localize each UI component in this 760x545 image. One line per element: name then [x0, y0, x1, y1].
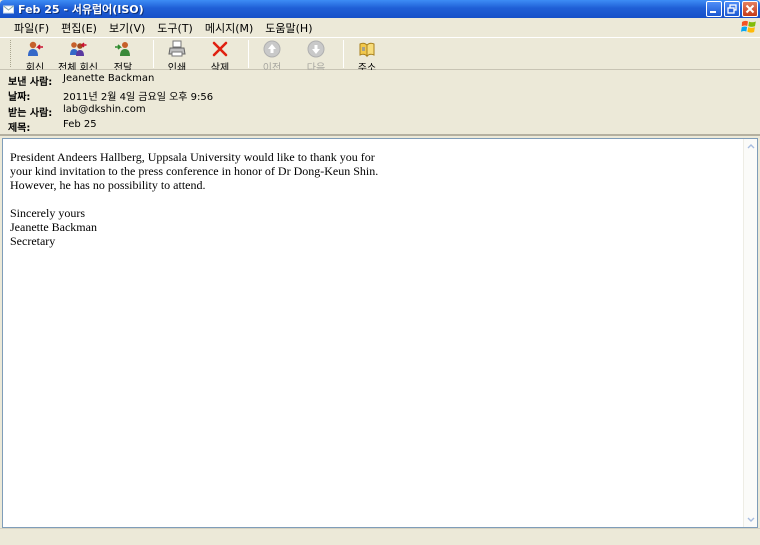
arrow-up-icon	[263, 40, 281, 58]
minimize-icon	[710, 11, 716, 13]
date-row: 날짜: 2011년 2월 4일 금요일 오후 9:56	[8, 88, 213, 103]
close-icon	[745, 4, 755, 14]
menu-view[interactable]: 보기(V)	[103, 20, 151, 36]
scroll-up-button[interactable]	[745, 140, 757, 152]
to-row: 받는 사람: lab@dkshin.com	[8, 104, 146, 119]
minimize-button[interactable]	[706, 1, 722, 17]
from-value[interactable]: Jeanette Backman	[63, 73, 154, 88]
arrow-down-icon	[307, 40, 325, 58]
from-label: 보낸 사람:	[8, 77, 53, 88]
restore-button[interactable]	[724, 1, 740, 17]
menu-edit[interactable]: 편집(E)	[55, 20, 103, 36]
vertical-scrollbar[interactable]	[743, 139, 757, 527]
from-row: 보낸 사람: Jeanette Backman	[8, 73, 154, 88]
next-button[interactable]: 다음	[295, 38, 337, 74]
message-header: 보낸 사람: Jeanette Backman 날짜: 2011년 2월 4일 …	[0, 70, 760, 136]
message-body-pane[interactable]: President Andeers Hallberg, Uppsala Univ…	[2, 138, 758, 528]
reply-all-button[interactable]: 전체 회신	[53, 38, 103, 74]
reply-icon	[28, 41, 43, 56]
subject-value: Feb 25	[63, 119, 97, 130]
delete-icon	[212, 41, 228, 57]
subject-label: 제목:	[8, 123, 31, 134]
delete-button[interactable]: 삭제	[200, 38, 240, 74]
subject-row: 제목: Feb 25	[8, 119, 97, 134]
address-book-icon	[359, 42, 375, 58]
reply-button[interactable]: 회신	[17, 38, 53, 74]
envelope-icon	[3, 5, 14, 13]
menu-message[interactable]: 메시지(M)	[199, 20, 259, 36]
reply-all-icon	[70, 42, 87, 56]
menu-bar: 파일(F) 편집(E) 보기(V) 도구(T) 메시지(M) 도움말(H)	[0, 18, 760, 37]
print-button[interactable]: 인쇄	[154, 38, 200, 74]
to-label: 받는 사람:	[8, 108, 53, 119]
menu-file[interactable]: 파일(F)	[8, 20, 55, 36]
chevron-down-icon	[747, 517, 755, 522]
previous-button[interactable]: 이전	[249, 38, 295, 74]
status-bar	[0, 528, 760, 545]
menu-tools[interactable]: 도구(T)	[151, 20, 199, 36]
date-value: 2011년 2월 4일 금요일 오후 9:56	[63, 92, 214, 103]
message-text: President Andeers Hallberg, Uppsala Univ…	[10, 150, 730, 248]
restore-icon	[727, 4, 737, 14]
message-paragraph: President Andeers Hallberg, Uppsala Univ…	[10, 150, 379, 192]
message-signature: Sincerely yours Jeanette Backman Secreta…	[10, 206, 97, 248]
to-value[interactable]: lab@dkshin.com	[63, 104, 146, 119]
chevron-up-icon	[747, 144, 755, 149]
windows-logo-icon	[741, 20, 756, 33]
forward-button[interactable]: 전달	[103, 38, 143, 74]
addresses-button[interactable]: 주소	[344, 38, 390, 74]
scroll-down-button[interactable]	[745, 514, 757, 526]
printer-icon	[168, 40, 186, 57]
close-button[interactable]	[742, 1, 758, 17]
menu-help[interactable]: 도움말(H)	[259, 20, 318, 36]
title-bar[interactable]: Feb 25 - 서유럽어(ISO)	[0, 0, 760, 18]
forward-icon	[115, 42, 130, 56]
window-title: Feb 25 - 서유럽어(ISO)	[18, 3, 144, 16]
toolbar-grip[interactable]	[10, 40, 13, 67]
toolbar: 회신 전체 회신 전달 인쇄 삭제 이전 다음 주소	[0, 37, 760, 74]
date-label: 날짜:	[8, 92, 31, 103]
